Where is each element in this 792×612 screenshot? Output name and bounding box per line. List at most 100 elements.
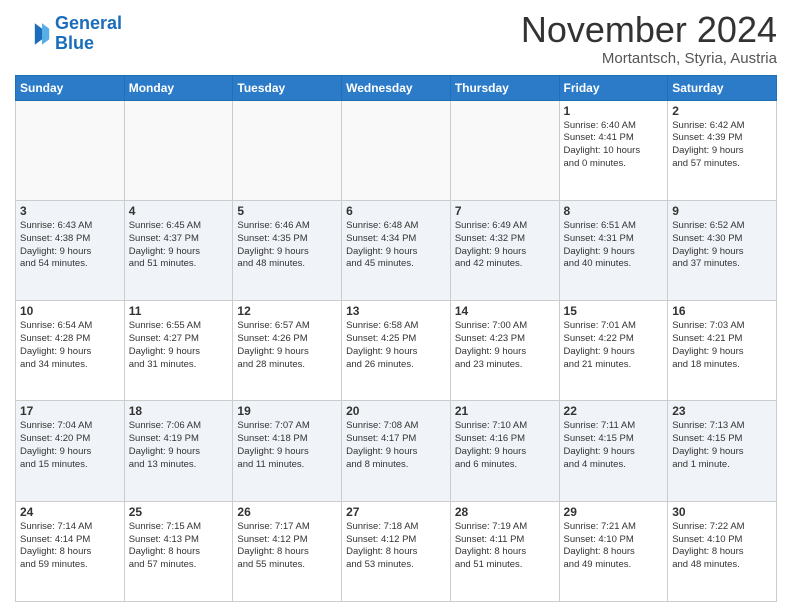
day-info: Sunrise: 6:43 AM Sunset: 4:38 PM Dayligh… [20, 220, 120, 271]
calendar-cell [450, 100, 559, 200]
day-number: 8 [564, 204, 664, 218]
day-number: 19 [237, 404, 337, 418]
calendar-cell: 15Sunrise: 7:01 AM Sunset: 4:22 PM Dayli… [559, 301, 668, 401]
day-info: Sunrise: 7:14 AM Sunset: 4:14 PM Dayligh… [20, 521, 120, 572]
calendar-cell: 10Sunrise: 6:54 AM Sunset: 4:28 PM Dayli… [16, 301, 125, 401]
calendar-cell: 20 Sunrise: 7:08 AM Sunset: 4:17 PM Dayli… [342, 401, 451, 501]
calendar-cell: 14 Sunrise: 7:00 AM Sunset: 4:23 PM Dayli… [450, 301, 559, 401]
calendar-cell: 30 Sunrise: 7:22 AM Sunset: 4:10 PM Dayli… [668, 501, 777, 601]
day-info: Sunrise: 7:04 AM Sunset: 4:20 PM Dayligh… [20, 420, 120, 471]
week-row: 3 Sunrise: 6:43 AM Sunset: 4:38 PM Daylig… [16, 200, 777, 300]
day-info: Sunrise: 7:03 AM Sunset: 4:21 PM Dayligh… [672, 320, 772, 371]
calendar-header: Sunday Monday Tuesday Wednesday Thursday… [16, 75, 777, 100]
day-info: Sunrise: 7:08 AM Sunset: 4:17 PM Dayligh… [346, 420, 446, 471]
day-info: Sunrise: 6:58 AM Sunset: 4:25 PM Dayligh… [346, 320, 446, 371]
day-number: 22 [564, 404, 664, 418]
day-number: 26 [237, 505, 337, 519]
header-monday: Monday [124, 75, 233, 100]
logo-general: General [55, 13, 122, 33]
header-thursday: Thursday [450, 75, 559, 100]
calendar-cell: 2 Sunrise: 6:42 AM Sunset: 4:39 PM Daylig… [668, 100, 777, 200]
calendar-cell: 7 Sunrise: 6:49 AM Sunset: 4:32 PM Daylig… [450, 200, 559, 300]
day-number: 28 [455, 505, 555, 519]
day-number: 14 [455, 304, 555, 318]
calendar-cell [16, 100, 125, 200]
calendar-cell: 4 Sunrise: 6:45 AM Sunset: 4:37 PM Daylig… [124, 200, 233, 300]
day-info: Sunrise: 7:18 AM Sunset: 4:12 PM Dayligh… [346, 521, 446, 572]
month-title: November 2024 [521, 10, 777, 50]
day-info: Sunrise: 7:10 AM Sunset: 4:16 PM Dayligh… [455, 420, 555, 471]
day-number: 9 [672, 204, 772, 218]
day-number: 1 [564, 104, 664, 118]
calendar-cell: 19 Sunrise: 7:07 AM Sunset: 4:18 PM Dayli… [233, 401, 342, 501]
day-info: Sunrise: 6:55 AM Sunset: 4:27 PM Dayligh… [129, 320, 229, 371]
day-info: Sunrise: 7:17 AM Sunset: 4:12 PM Dayligh… [237, 521, 337, 572]
day-number: 12 [237, 304, 337, 318]
calendar-cell: 8 Sunrise: 6:51 AM Sunset: 4:31 PM Daylig… [559, 200, 668, 300]
logo-text: General Blue [55, 14, 122, 54]
day-info: Sunrise: 6:45 AM Sunset: 4:37 PM Dayligh… [129, 220, 229, 271]
day-info: Sunrise: 6:42 AM Sunset: 4:39 PM Dayligh… [672, 120, 772, 171]
calendar-cell: 16Sunrise: 7:03 AM Sunset: 4:21 PM Dayli… [668, 301, 777, 401]
day-number: 27 [346, 505, 446, 519]
page: General Blue November 2024 Mortantsch, S… [0, 0, 792, 612]
day-info: Sunrise: 7:00 AM Sunset: 4:23 PM Dayligh… [455, 320, 555, 371]
day-number: 13 [346, 304, 446, 318]
day-info: Sunrise: 6:40 AM Sunset: 4:41 PM Dayligh… [564, 120, 664, 171]
day-number: 29 [564, 505, 664, 519]
calendar-cell: 18 Sunrise: 7:06 AM Sunset: 4:19 PM Dayli… [124, 401, 233, 501]
calendar-cell: 3 Sunrise: 6:43 AM Sunset: 4:38 PM Daylig… [16, 200, 125, 300]
day-number: 20 [346, 404, 446, 418]
calendar-cell [233, 100, 342, 200]
day-info: Sunrise: 7:19 AM Sunset: 4:11 PM Dayligh… [455, 521, 555, 572]
calendar-cell: 6 Sunrise: 6:48 AM Sunset: 4:34 PM Daylig… [342, 200, 451, 300]
calendar-cell: 21 Sunrise: 7:10 AM Sunset: 4:16 PM Dayli… [450, 401, 559, 501]
calendar-cell: 24 Sunrise: 7:14 AM Sunset: 4:14 PM Dayli… [16, 501, 125, 601]
weekday-row: Sunday Monday Tuesday Wednesday Thursday… [16, 75, 777, 100]
calendar-cell: 25Sunrise: 7:15 AM Sunset: 4:13 PM Dayli… [124, 501, 233, 601]
calendar-cell: 5Sunrise: 6:46 AM Sunset: 4:35 PM Daylig… [233, 200, 342, 300]
day-number: 15 [564, 304, 664, 318]
calendar-table: Sunday Monday Tuesday Wednesday Thursday… [15, 75, 777, 602]
day-info: Sunrise: 6:49 AM Sunset: 4:32 PM Dayligh… [455, 220, 555, 271]
calendar-cell: 9 Sunrise: 6:52 AM Sunset: 4:30 PM Daylig… [668, 200, 777, 300]
day-number: 24 [20, 505, 120, 519]
logo-icon [15, 16, 51, 52]
header-friday: Friday [559, 75, 668, 100]
calendar-cell: 22Sunrise: 7:11 AM Sunset: 4:15 PM Dayli… [559, 401, 668, 501]
calendar-cell: 1 Sunrise: 6:40 AM Sunset: 4:41 PM Daylig… [559, 100, 668, 200]
header-saturday: Saturday [668, 75, 777, 100]
calendar-cell: 23Sunrise: 7:13 AM Sunset: 4:15 PM Dayli… [668, 401, 777, 501]
day-info: Sunrise: 7:06 AM Sunset: 4:19 PM Dayligh… [129, 420, 229, 471]
day-info: Sunrise: 6:54 AM Sunset: 4:28 PM Dayligh… [20, 320, 120, 371]
calendar-cell: 13 Sunrise: 6:58 AM Sunset: 4:25 PM Dayli… [342, 301, 451, 401]
day-info: Sunrise: 6:48 AM Sunset: 4:34 PM Dayligh… [346, 220, 446, 271]
day-number: 5 [237, 204, 337, 218]
day-info: Sunrise: 6:51 AM Sunset: 4:31 PM Dayligh… [564, 220, 664, 271]
calendar-cell: 28 Sunrise: 7:19 AM Sunset: 4:11 PM Dayli… [450, 501, 559, 601]
day-number: 18 [129, 404, 229, 418]
day-number: 30 [672, 505, 772, 519]
day-info: Sunrise: 6:52 AM Sunset: 4:30 PM Dayligh… [672, 220, 772, 271]
day-number: 17 [20, 404, 120, 418]
calendar-cell: 29 Sunrise: 7:21 AM Sunset: 4:10 PM Dayli… [559, 501, 668, 601]
calendar-cell [124, 100, 233, 200]
day-number: 4 [129, 204, 229, 218]
header-wednesday: Wednesday [342, 75, 451, 100]
calendar-body: 1 Sunrise: 6:40 AM Sunset: 4:41 PM Daylig… [16, 100, 777, 601]
day-number: 25 [129, 505, 229, 519]
day-info: Sunrise: 6:57 AM Sunset: 4:26 PM Dayligh… [237, 320, 337, 371]
title-block: November 2024 Mortantsch, Styria, Austri… [521, 10, 777, 67]
day-number: 7 [455, 204, 555, 218]
day-info: Sunrise: 7:07 AM Sunset: 4:18 PM Dayligh… [237, 420, 337, 471]
header: General Blue November 2024 Mortantsch, S… [15, 10, 777, 67]
day-info: Sunrise: 7:21 AM Sunset: 4:10 PM Dayligh… [564, 521, 664, 572]
calendar-cell: 27 Sunrise: 7:18 AM Sunset: 4:12 PM Dayli… [342, 501, 451, 601]
day-number: 6 [346, 204, 446, 218]
day-number: 2 [672, 104, 772, 118]
day-number: 3 [20, 204, 120, 218]
day-number: 21 [455, 404, 555, 418]
logo-blue: Blue [55, 34, 122, 54]
day-info: Sunrise: 7:22 AM Sunset: 4:10 PM Dayligh… [672, 521, 772, 572]
header-sunday: Sunday [16, 75, 125, 100]
